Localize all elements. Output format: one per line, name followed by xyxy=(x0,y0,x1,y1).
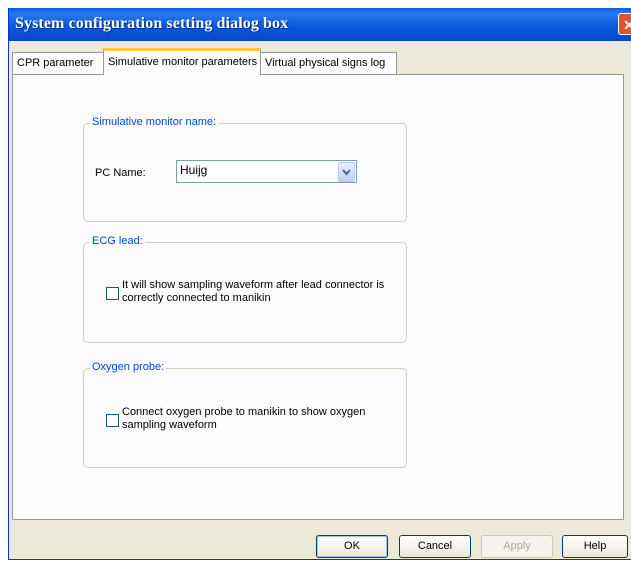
close-button[interactable]: ✕ xyxy=(618,13,631,35)
oxygen-probe-checkbox[interactable] xyxy=(106,414,119,427)
ecg-lead-label-line2: correctly connected to manikin xyxy=(122,292,271,304)
dropdown-button[interactable] xyxy=(338,162,355,182)
oxygen-probe-group: Oxygen probe: Connect oxygen probe to ma… xyxy=(83,361,407,468)
tab-virtual-physical-signs-log[interactable]: Virtual physical signs log xyxy=(260,52,397,74)
oxygen-probe-label-line1: Connect oxygen probe to manikin to show … xyxy=(122,406,366,418)
ecg-lead-group: ECG lead: It will show sampling waveform… xyxy=(83,235,407,343)
apply-button[interactable]: Apply xyxy=(481,535,553,558)
title-bar[interactable]: System configuration setting dialog box … xyxy=(9,8,631,41)
oxygen-probe-label-line2: sampling waveform xyxy=(122,419,217,431)
pc-name-label: PC Name: xyxy=(95,167,146,179)
pc-name-combobox[interactable]: Huijg xyxy=(176,160,357,183)
tab-cpr-parameter[interactable]: CPR parameter xyxy=(12,52,104,74)
ecg-lead-label-line1: It will show sampling waveform after lea… xyxy=(122,279,385,291)
chevron-down-icon xyxy=(342,169,351,176)
ecg-lead-group-title: ECG lead: xyxy=(90,235,145,247)
cancel-button[interactable]: Cancel xyxy=(399,535,471,558)
close-icon: ✕ xyxy=(623,17,631,33)
oxygen-probe-group-title: Oxygen probe: xyxy=(90,361,167,373)
tab-panel: Simulative monitor name: PC Name: Huijg … xyxy=(12,74,624,520)
pc-name-value: Huijg xyxy=(180,163,208,177)
ecg-lead-checkbox[interactable] xyxy=(106,287,119,300)
monitor-name-group: Simulative monitor name: PC Name: Huijg xyxy=(83,116,407,222)
monitor-name-group-title: Simulative monitor name: xyxy=(90,116,219,128)
window-title: System configuration setting dialog box xyxy=(15,15,289,32)
ok-button[interactable]: OK xyxy=(316,535,388,558)
help-button[interactable]: Help xyxy=(562,535,628,558)
tab-simulative-monitor-parameters[interactable]: Simulative monitor parameters xyxy=(103,48,261,75)
